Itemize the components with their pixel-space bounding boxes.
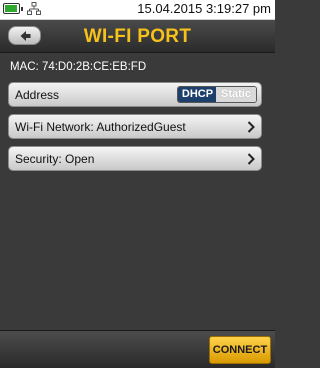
address-mode-toggle[interactable]: DHCP Static xyxy=(177,86,257,103)
page-title: WI-FI PORT xyxy=(83,26,192,47)
address-row[interactable]: Address DHCP Static xyxy=(8,82,262,107)
wifi-network-row[interactable]: Wi-Fi Network: AuthorizedGuest xyxy=(8,114,262,139)
datetime: 15.04.2015 3:19:27 pm xyxy=(137,1,271,16)
connect-button[interactable]: CONNECT xyxy=(209,336,271,364)
chevron-right-icon xyxy=(247,121,255,133)
status-bar: 15.04.2015 3:19:27 pm xyxy=(0,0,275,20)
battery-icon xyxy=(3,3,23,14)
footer-bar: CONNECT xyxy=(0,330,275,368)
security-row[interactable]: Security: Open xyxy=(8,146,262,171)
dhcp-option[interactable]: DHCP xyxy=(178,87,217,102)
chevron-right-icon xyxy=(247,153,255,165)
address-label: Address xyxy=(15,88,60,102)
wifi-network-label: Wi-Fi Network: AuthorizedGuest xyxy=(15,120,186,134)
security-label: Security: Open xyxy=(15,152,95,166)
header: WI-FI PORT xyxy=(0,20,275,53)
static-option[interactable]: Static xyxy=(216,87,256,102)
mac-address: MAC: 74:D0:2B:CE:EB:FD xyxy=(10,61,147,73)
network-icon xyxy=(27,2,41,15)
